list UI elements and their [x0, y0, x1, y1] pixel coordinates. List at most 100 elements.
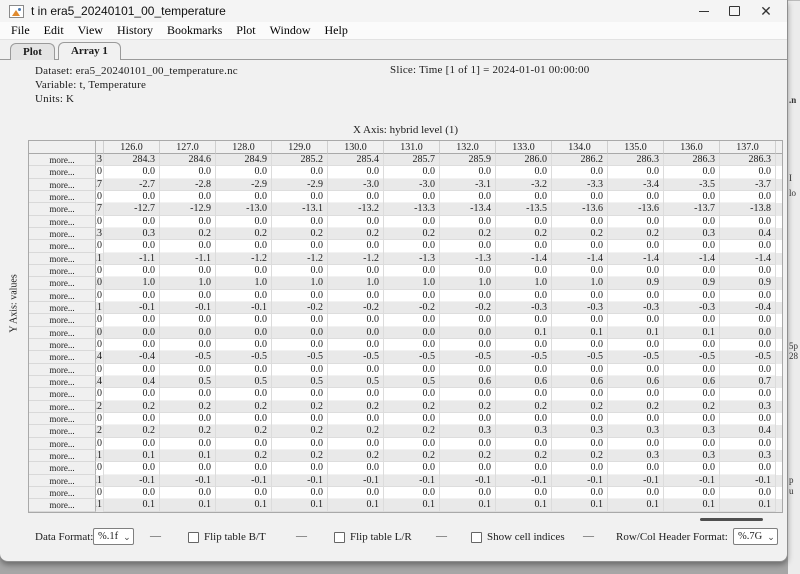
table-cell[interactable]: 0.0 [272, 265, 328, 277]
table-cell[interactable]: 0.0 [216, 364, 272, 376]
table-cell[interactable]: 0.0 [160, 314, 216, 326]
table-cell[interactable]: 0.1 [272, 499, 328, 511]
table-cell[interactable]: 0.0 [496, 462, 552, 474]
table-cell[interactable]: 0.2 [160, 228, 216, 240]
table-cell[interactable]: 0.1 [664, 499, 720, 511]
table-cell[interactable]: 0.0 [440, 438, 496, 450]
table-cell[interactable]: 0.0 [160, 166, 216, 178]
table-cell[interactable]: 0.3 [608, 425, 664, 437]
row-header-more[interactable]: more... [29, 351, 96, 363]
row-header-more[interactable]: more... [29, 499, 96, 511]
table-cell[interactable]: 0.0 [552, 166, 608, 178]
table-cell[interactable]: 0.0 [216, 438, 272, 450]
table-cell[interactable]: 0.0 [664, 191, 720, 203]
table-cell[interactable]: 0.2 [384, 401, 440, 413]
table-cell[interactable]: 0.1 [720, 499, 776, 511]
table-cell[interactable]: 0.0 [496, 364, 552, 376]
table-cell[interactable]: 0.0 [104, 314, 160, 326]
table-cell[interactable]: -0.3 [496, 302, 552, 314]
table-cell[interactable]: 0.0 [384, 364, 440, 376]
table-cell[interactable]: -13.7 [664, 203, 720, 215]
table-cell[interactable]: 0.2 [496, 228, 552, 240]
table-cell[interactable]: 0.0 [104, 487, 160, 499]
table-cell[interactable]: 0.0 [160, 388, 216, 400]
table-cell[interactable]: 0.0 [216, 462, 272, 474]
table-cell[interactable]: 0.2 [216, 228, 272, 240]
table-cell[interactable]: 0.1 [552, 499, 608, 511]
row-header-more[interactable]: more... [29, 265, 96, 277]
table-cell[interactable]: 1.0 [384, 277, 440, 289]
table-cell[interactable]: 0.0 [496, 191, 552, 203]
table-cell[interactable]: 0.0 [328, 462, 384, 474]
table-cell[interactable]: 0.1 [160, 499, 216, 511]
table-cell[interactable]: 0.2 [384, 425, 440, 437]
menu-help[interactable]: Help [318, 23, 355, 38]
table-cell[interactable]: 0.0 [720, 339, 776, 351]
table-cell[interactable]: 0.0 [160, 364, 216, 376]
table-cell[interactable]: 0.0 [720, 166, 776, 178]
table-cell[interactable]: 0.0 [552, 462, 608, 474]
table-cell[interactable]: 0.0 [720, 364, 776, 376]
table-cell[interactable]: 0.0 [104, 438, 160, 450]
table-cell[interactable]: 0.0 [440, 327, 496, 339]
table-cell[interactable]: -13.5 [496, 203, 552, 215]
table-cell[interactable]: 0.0 [384, 290, 440, 302]
table-cell[interactable]: 0.2 [272, 401, 328, 413]
table-cell[interactable]: 0.0 [272, 462, 328, 474]
table-cell[interactable]: 0.0 [440, 265, 496, 277]
menu-file[interactable]: File [4, 23, 37, 38]
table-cell[interactable]: 0.0 [552, 240, 608, 252]
table-cell[interactable]: 0.2 [552, 450, 608, 462]
table-cell[interactable]: 0.0 [328, 240, 384, 252]
table-cell[interactable]: 0.0 [664, 314, 720, 326]
table-cell[interactable]: 0.0 [272, 339, 328, 351]
table-cell[interactable]: 0.0 [104, 339, 160, 351]
table-cell[interactable]: -0.2 [440, 302, 496, 314]
table-cell[interactable]: 0.0 [384, 191, 440, 203]
table-cell[interactable]: -3.0 [328, 179, 384, 191]
table-cell[interactable]: -0.1 [104, 302, 160, 314]
table-cell[interactable]: 0.6 [552, 376, 608, 388]
table-cell[interactable]: -0.1 [608, 475, 664, 487]
table-cell[interactable]: 0.3 [440, 425, 496, 437]
table-cell[interactable]: 0.0 [608, 413, 664, 425]
menu-edit[interactable]: Edit [37, 23, 71, 38]
table-cell[interactable]: 0.3 [664, 450, 720, 462]
table-cell[interactable]: 0.0 [608, 166, 664, 178]
table-cell[interactable]: 0.0 [608, 191, 664, 203]
table-cell[interactable]: 0.0 [328, 265, 384, 277]
table-cell[interactable]: 0.1 [328, 499, 384, 511]
row-header-more[interactable]: more... [29, 487, 96, 499]
table-cell[interactable]: 0.0 [720, 216, 776, 228]
table-cell[interactable]: 0.9 [608, 277, 664, 289]
table-cell[interactable]: 0.0 [160, 290, 216, 302]
table-cell[interactable]: 286.3 [608, 154, 664, 166]
table-cell[interactable]: 0.0 [552, 216, 608, 228]
table-cell[interactable]: 0.2 [608, 401, 664, 413]
table-cell[interactable]: -3.2 [496, 179, 552, 191]
table-cell[interactable]: -0.1 [160, 302, 216, 314]
table-cell[interactable]: 0.1 [664, 327, 720, 339]
table-cell[interactable]: 0.0 [328, 290, 384, 302]
table-cell[interactable]: -13.6 [608, 203, 664, 215]
table-cell[interactable]: 0.0 [664, 462, 720, 474]
table-cell[interactable]: 0.0 [608, 314, 664, 326]
table-cell[interactable]: 0.0 [608, 265, 664, 277]
table-cell[interactable]: 0.0 [104, 265, 160, 277]
table-cell[interactable]: 0.0 [272, 487, 328, 499]
table-cell[interactable]: -0.3 [552, 302, 608, 314]
table-cell[interactable]: 0.0 [160, 487, 216, 499]
table-cell[interactable]: 0.0 [104, 462, 160, 474]
table-cell[interactable]: 1.0 [104, 277, 160, 289]
table-cell[interactable]: 284.9 [216, 154, 272, 166]
table-cell[interactable]: 1.0 [328, 277, 384, 289]
table-cell[interactable]: 0.7 [720, 376, 776, 388]
table-cell[interactable]: -3.1 [440, 179, 496, 191]
table-cell[interactable]: 0.0 [496, 240, 552, 252]
table-cell[interactable]: 0.0 [160, 462, 216, 474]
table-cell[interactable]: -0.2 [272, 302, 328, 314]
table-cell[interactable]: 0.1 [496, 327, 552, 339]
row-header-more[interactable]: more... [29, 450, 96, 462]
table-cell[interactable]: 0.0 [608, 388, 664, 400]
table-cell[interactable]: -3.3 [552, 179, 608, 191]
